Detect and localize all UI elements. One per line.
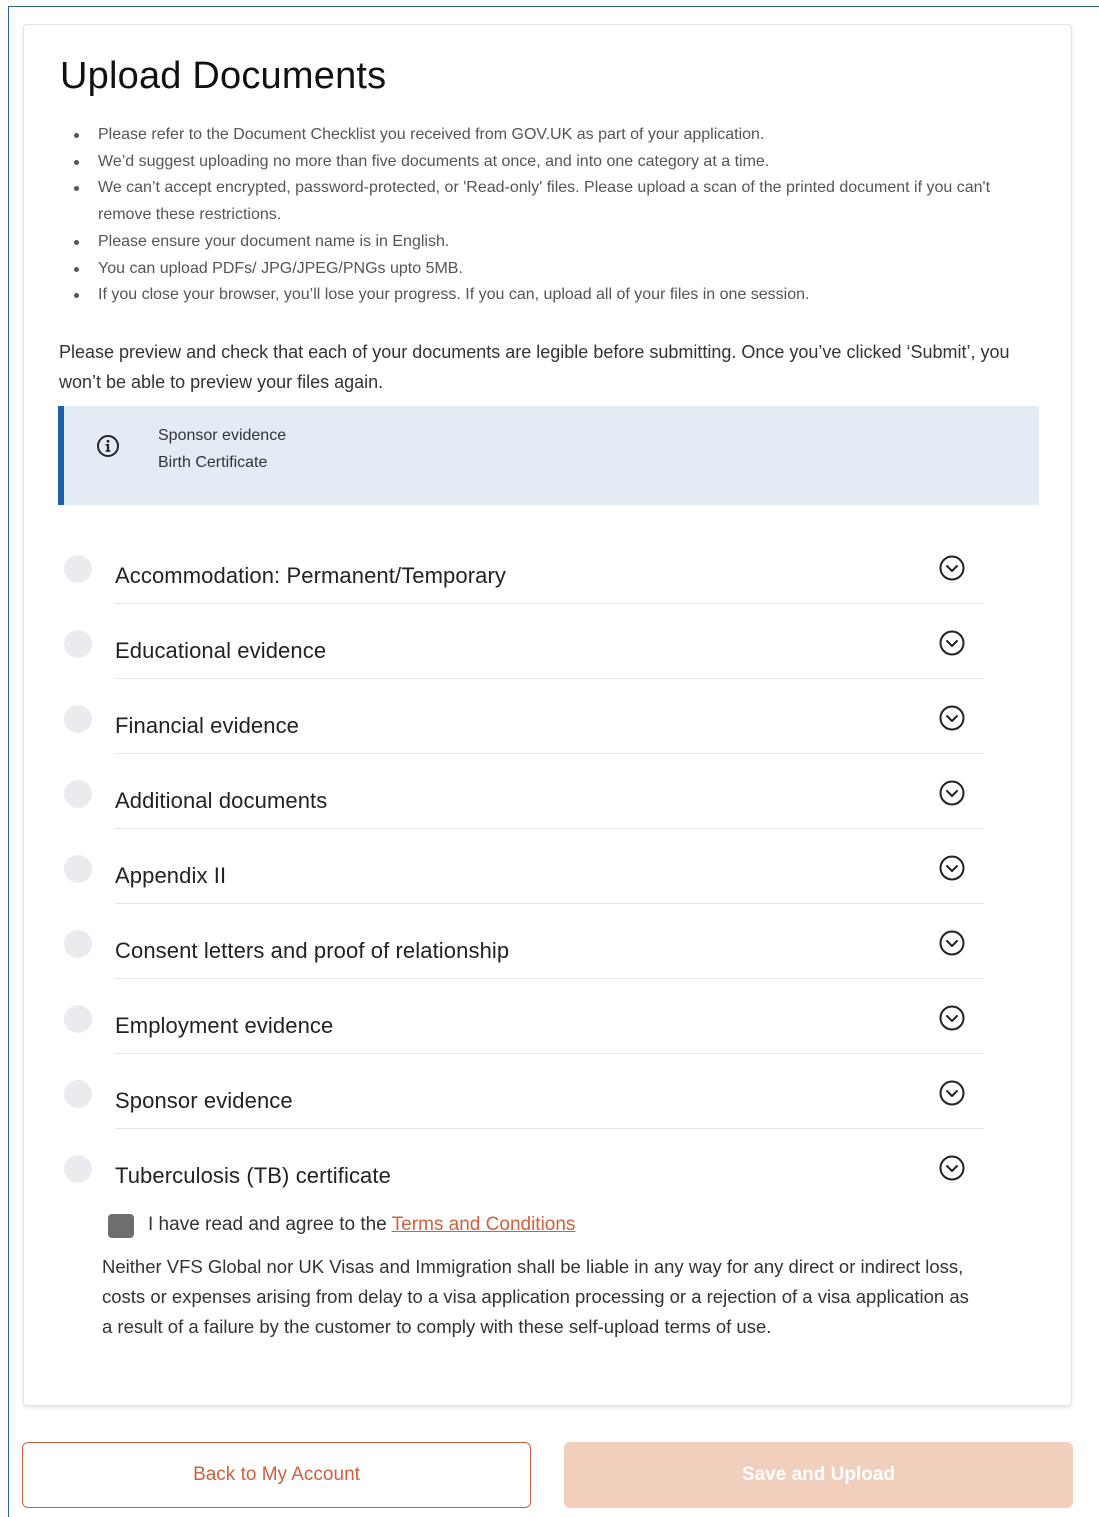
liability-disclaimer: Neither VFS Global nor UK Visas and Immi… [102,1256,969,1337]
chevron-down-icon[interactable] [938,854,966,882]
page-title: Upload Documents [60,55,387,97]
category-header[interactable]: Educational evidence [115,625,984,679]
instruction-item: We can’t accept encrypted, password-prot… [74,175,1038,228]
save-and-upload-button[interactable]: Save and Upload [564,1442,1073,1508]
terms-checkbox[interactable] [108,1214,134,1238]
category-header[interactable]: Appendix II [115,850,984,904]
status-dot [64,855,92,883]
info-box-text: Sponsor evidence Birth Certificate [158,422,286,476]
upload-documents-card: Upload Documents Please refer to the Doc… [23,24,1072,1406]
instructions-list: Please refer to the Document Checklist y… [60,122,1038,309]
category-header[interactable]: Employment evidence [115,1000,984,1054]
terms-label: I have read and agree to the Terms and C… [148,1214,575,1236]
preview-instructions: Please preview and check that each of yo… [59,342,1010,392]
chevron-down-icon[interactable] [938,1004,966,1032]
document-category-accordion: Accommodation: Permanent/Temporary Educa… [64,550,984,1225]
chevron-down-icon[interactable] [938,929,966,957]
info-line-category: Sponsor evidence [158,427,287,444]
category-label: Educational evidence [115,638,327,663]
info-line-document: Birth Certificate [158,454,268,471]
category-label: Sponsor evidence [115,1088,293,1113]
instruction-item: Please ensure your document name is in E… [74,229,1038,256]
category-label: Appendix II [115,863,227,888]
status-dot [64,630,92,658]
required-documents-info-box: Sponsor evidence Birth Certificate [58,406,1039,505]
category-item-accommodation[interactable]: Accommodation: Permanent/Temporary [64,550,984,625]
category-label: Financial evidence [115,713,300,738]
status-dot [64,1005,92,1033]
status-dot [64,1080,92,1108]
category-item-appendix[interactable]: Appendix II [64,850,984,925]
chevron-down-icon[interactable] [938,1154,966,1182]
status-dot [64,780,92,808]
instruction-item: Please refer to the Document Checklist y… [74,122,1038,149]
category-header[interactable]: Additional documents [115,775,984,829]
terms-and-conditions-link[interactable]: Terms and Conditions [392,1214,576,1235]
status-dot [64,705,92,733]
category-label: Employment evidence [115,1013,334,1038]
chevron-down-icon[interactable] [938,704,966,732]
category-label: Accommodation: Permanent/Temporary [115,563,507,588]
status-dot [64,930,92,958]
instruction-item: We’d suggest uploading no more than five… [74,149,1038,176]
category-header[interactable]: Consent letters and proof of relationshi… [115,925,984,979]
category-label: Additional documents [115,788,328,813]
category-header[interactable]: Tuberculosis (TB) certificate [115,1150,984,1203]
category-item-educational[interactable]: Educational evidence [64,625,984,700]
category-item-financial[interactable]: Financial evidence [64,700,984,775]
category-header[interactable]: Financial evidence [115,700,984,754]
chevron-down-icon[interactable] [938,554,966,582]
category-label: Consent letters and proof of relationshi… [115,938,510,963]
status-dot [64,555,92,583]
category-header[interactable]: Accommodation: Permanent/Temporary [115,550,984,604]
category-label: Tuberculosis (TB) certificate [115,1163,391,1188]
category-item-employment[interactable]: Employment evidence [64,1000,984,1075]
chevron-down-icon[interactable] [938,779,966,807]
chevron-down-icon[interactable] [938,629,966,657]
category-item-sponsor[interactable]: Sponsor evidence [64,1075,984,1150]
category-item-additional[interactable]: Additional documents [64,775,984,850]
category-header[interactable]: Sponsor evidence [115,1075,984,1129]
instruction-item: You can upload PDFs/ JPG/JPEG/PNGs upto … [74,256,1038,283]
category-item-consent[interactable]: Consent letters and proof of relationshi… [64,925,984,1000]
terms-prefix: I have read and agree to the [148,1214,387,1235]
chevron-down-icon[interactable] [938,1079,966,1107]
info-icon [97,435,119,457]
instruction-item: If you close your browser, you’ll lose y… [74,282,1038,309]
back-to-my-account-button[interactable]: Back to My Account [22,1442,531,1508]
status-dot [64,1155,92,1183]
